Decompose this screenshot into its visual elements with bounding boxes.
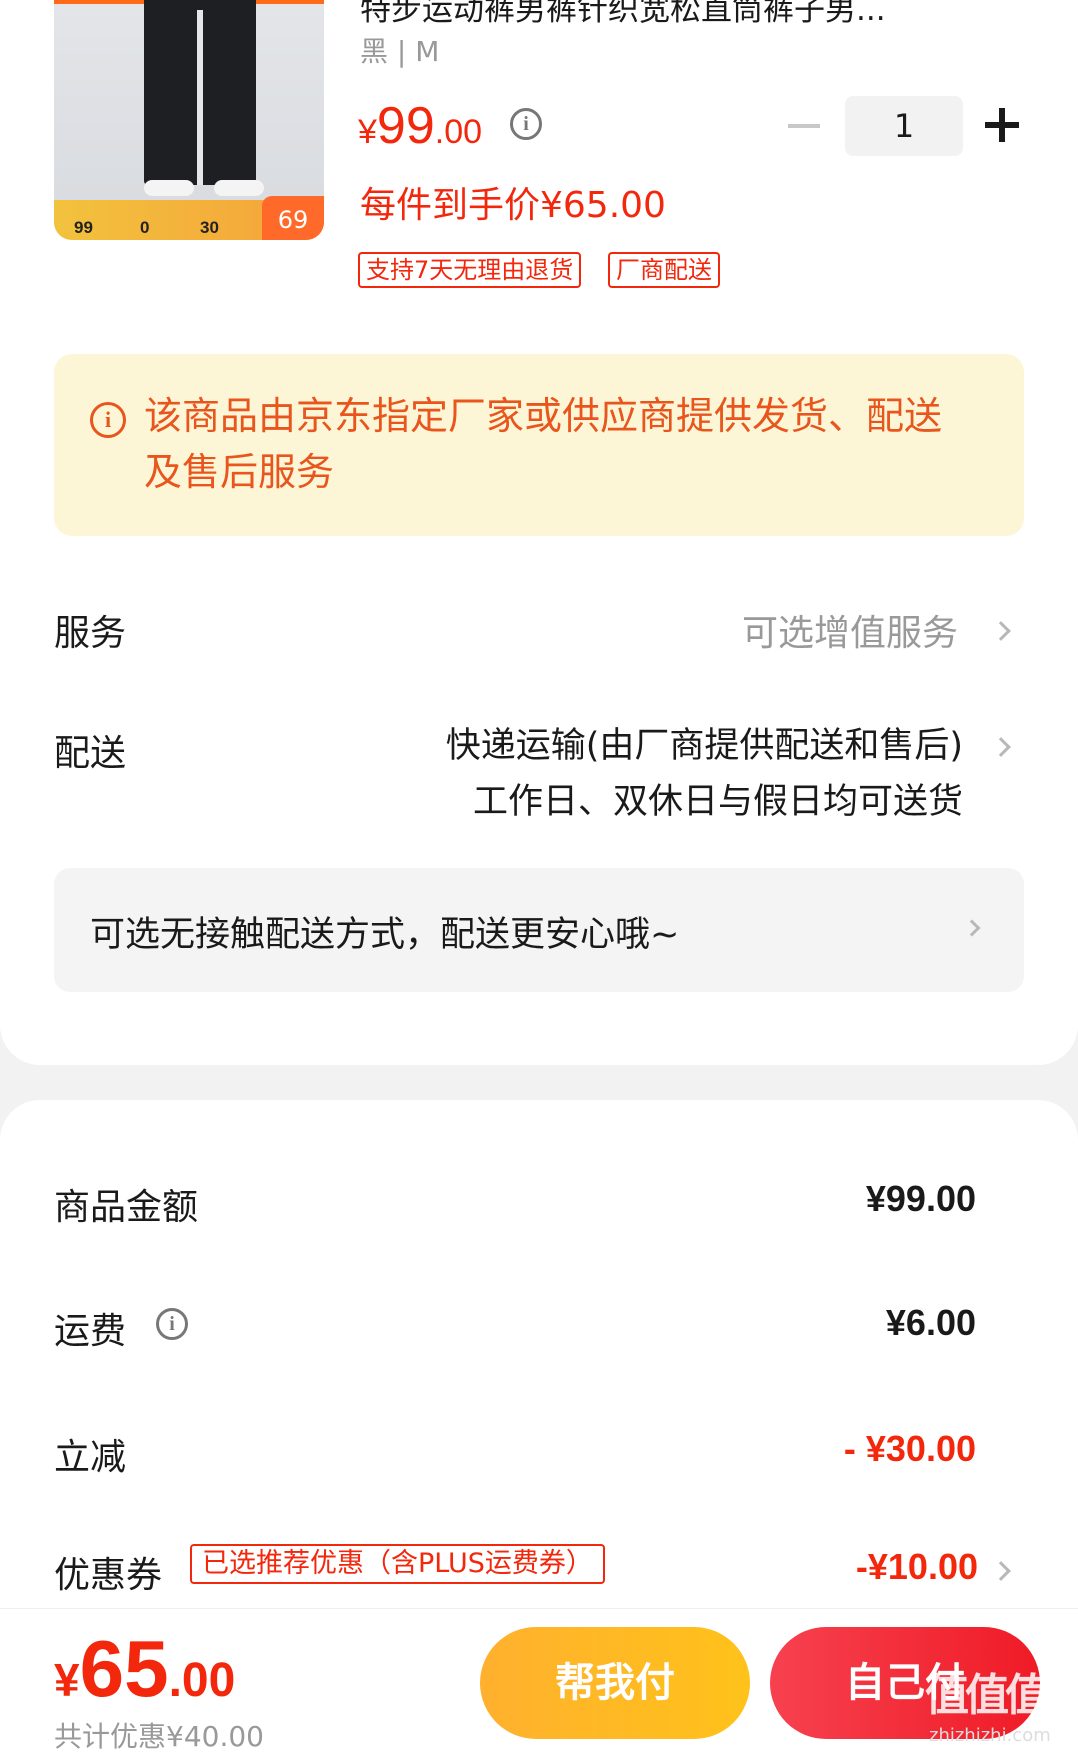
shipping-value: ¥6.00: [885, 1302, 976, 1343]
goods-amount-value: ¥99.00: [865, 1178, 976, 1219]
quantity-minus-button[interactable]: [788, 124, 820, 128]
self-pay-button[interactable]: 自己付: [770, 1627, 1040, 1739]
delivery-value[interactable]: 快递运输(由厂商提供配送和售后) 工作日、双休日与假日均可送货: [446, 718, 963, 830]
tag-vendor-delivery: 厂商配送: [608, 252, 720, 288]
total-savings: 共计优惠¥40.00: [54, 1720, 264, 1753]
quantity-input[interactable]: 1: [845, 96, 963, 156]
pants-image: [144, 0, 256, 185]
contactless-text: 可选无接触配送方式，配送更安心哦~: [90, 915, 680, 955]
goods-amount-label: 商品金额: [54, 1187, 199, 1228]
product-spec: 黑 | M: [360, 35, 440, 68]
checkout-bar: ¥65.00 共计优惠¥40.00 帮我付 自己付 值值值 zhizhizhi.…: [0, 1608, 1078, 1756]
contactless-chevron-icon: [963, 919, 981, 937]
product-price: ¥99.00: [358, 97, 483, 155]
info-icon: i: [90, 402, 126, 438]
service-chevron-icon[interactable]: [991, 621, 1011, 641]
discount-label: 立减: [54, 1437, 127, 1478]
notice-text: 该商品由京东指定厂家或供应商提供发货、配送及售后服务: [144, 394, 943, 494]
coupon-tag[interactable]: 已选推荐优惠（含PLUS运费券）: [190, 1544, 605, 1584]
total-price: ¥65.00: [54, 1624, 236, 1713]
service-label: 服务: [54, 613, 127, 654]
coupon-value[interactable]: -¥10.00: [856, 1546, 978, 1588]
price-info-icon[interactable]: i: [510, 108, 542, 140]
coupon-label: 优惠券: [54, 1555, 163, 1596]
service-value[interactable]: 可选增值服务: [742, 604, 958, 656]
help-pay-button[interactable]: 帮我付: [480, 1627, 750, 1739]
tag-7day-return: 支持7天无理由退货: [358, 252, 582, 288]
contactless-delivery-option[interactable]: 可选无接触配送方式，配送更安心哦~: [54, 868, 1024, 992]
vendor-notice: i 该商品由京东指定厂家或供应商提供发货、配送及售后服务: [54, 354, 1024, 536]
product-title[interactable]: 特步运动裤男裤针织宽松直筒裤子男...: [360, 0, 1020, 29]
image-badge: 69: [262, 196, 324, 240]
order-item-card: 99 0 30 69 特步运动裤男裤针织宽松直筒裤子男... 黑 | M ¥99…: [0, 0, 1078, 1065]
discount-value: - ¥30.00: [843, 1428, 976, 1469]
unit-price: 每件到手价¥65.00: [360, 185, 666, 226]
delivery-chevron-icon[interactable]: [991, 737, 1011, 757]
delivery-label: 配送: [54, 733, 127, 774]
shipping-label: 运费: [54, 1311, 127, 1352]
quantity-plus-button[interactable]: [985, 108, 1019, 142]
product-image[interactable]: 99 0 30 69: [54, 0, 324, 240]
shipping-info-icon[interactable]: i: [156, 1308, 188, 1340]
